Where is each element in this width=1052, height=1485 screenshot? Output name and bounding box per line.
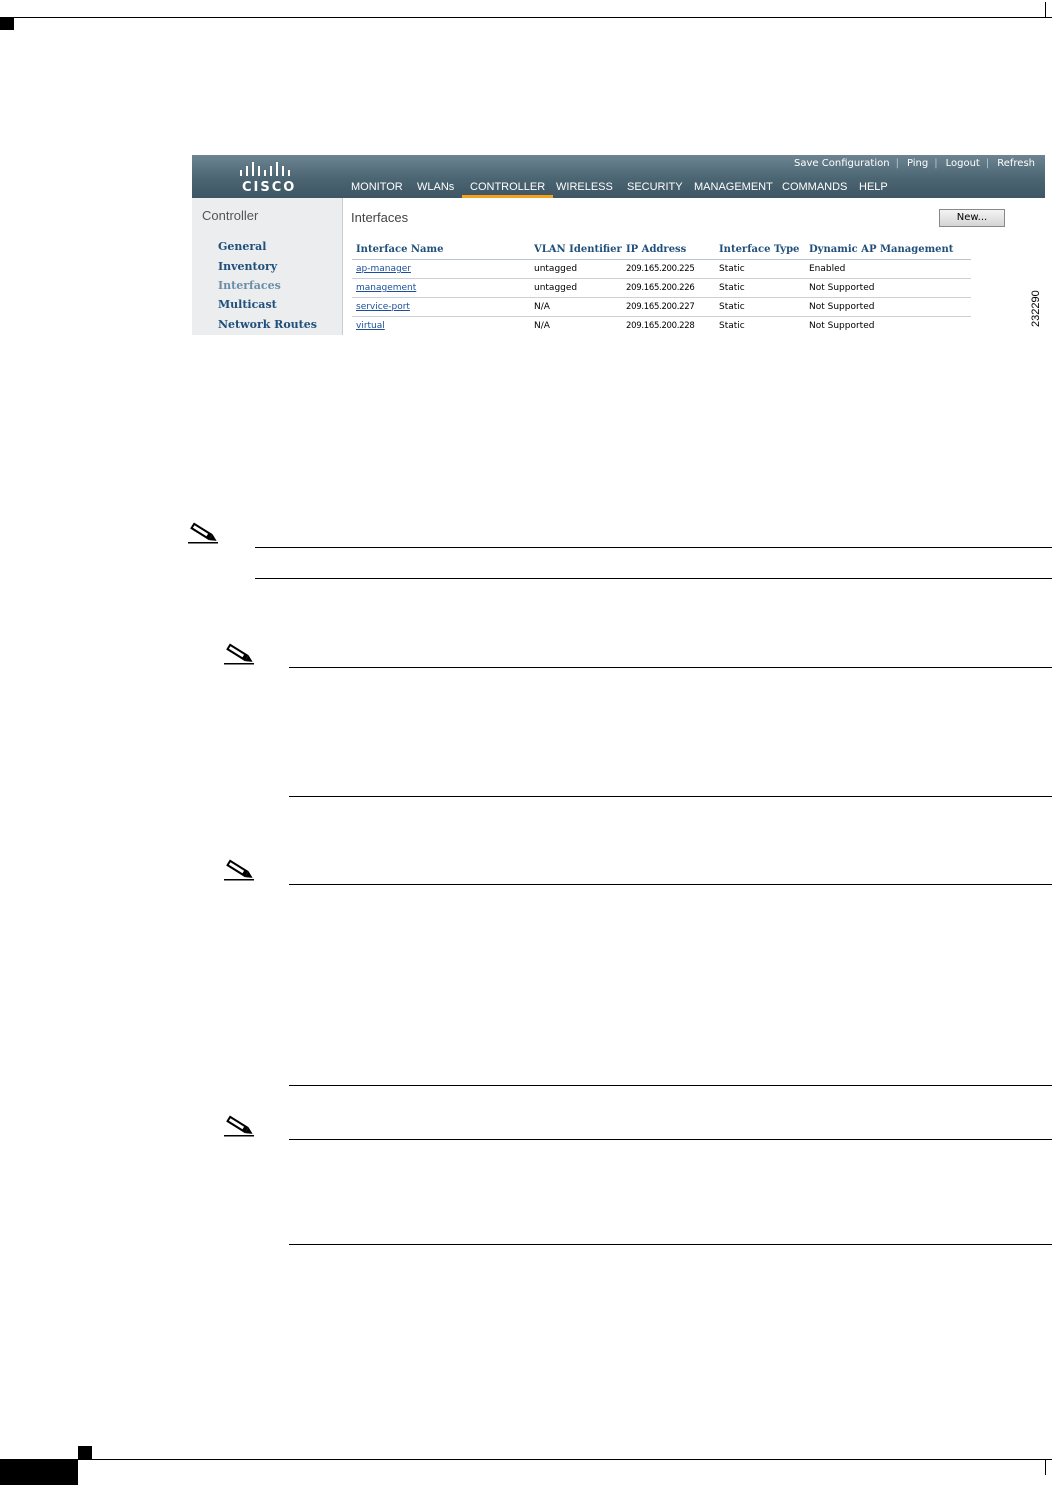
cisco-bars-icon <box>240 162 290 176</box>
nav-monitor[interactable]: MONITOR <box>351 180 403 198</box>
ip-cell: 209.165.200.226 <box>622 278 715 298</box>
table-row: virtual N/A 209.165.200.228 Static Not S… <box>352 316 971 335</box>
interfaces-table: Interface Name VLAN Identifier IP Addres… <box>352 242 971 335</box>
type-cell: Static <box>715 297 805 317</box>
cisco-logo: CISCO <box>236 160 306 196</box>
nav-security[interactable]: SECURITY <box>627 180 683 198</box>
pencil-note-icon <box>224 859 254 881</box>
footer-mark-small <box>78 1446 92 1459</box>
brand-text: CISCO <box>242 180 297 195</box>
interface-link-management[interactable]: management <box>356 283 416 293</box>
dynamic-ap-cell: Not Supported <box>805 316 971 335</box>
sidebar-item-multicast[interactable]: Multicast <box>218 298 277 311</box>
sidebar-item-general[interactable]: General <box>218 240 267 253</box>
sidebar-title: Controller <box>202 208 259 223</box>
nav-wireless[interactable]: WIRELESS <box>556 180 613 198</box>
column-header-interface-type: Interface Type <box>715 242 805 260</box>
nav-commands[interactable]: COMMANDS <box>782 180 847 198</box>
column-header-interface-name: Interface Name <box>352 242 530 260</box>
top-links: Save Configuration | Ping | Logout | Refresh <box>794 158 1035 169</box>
header-rule <box>0 17 1052 18</box>
vlan-cell: N/A <box>530 297 622 317</box>
interface-link-virtual[interactable]: virtual <box>356 321 385 331</box>
interface-link-ap-manager[interactable]: ap-manager <box>356 264 411 274</box>
ping-link[interactable]: Ping <box>907 158 928 169</box>
note-rule-bottom <box>289 796 1052 797</box>
footer-edge-tick <box>1045 1459 1046 1475</box>
dynamic-ap-cell: Enabled <box>805 259 971 279</box>
interface-link-service-port[interactable]: service-port <box>356 302 410 312</box>
nav-controller[interactable]: CONTROLLER <box>462 180 554 198</box>
table-row: service-port N/A 209.165.200.227 Static … <box>352 297 971 317</box>
sidebar-item-interfaces[interactable]: Interfaces <box>218 279 281 292</box>
vlan-cell: N/A <box>530 316 622 335</box>
header-corner-mark <box>0 17 14 30</box>
pencil-note-icon <box>188 522 218 544</box>
dynamic-ap-cell: Not Supported <box>805 297 971 317</box>
type-cell: Static <box>715 259 805 279</box>
dynamic-ap-cell: Not Supported <box>805 278 971 298</box>
ip-cell: 209.165.200.225 <box>622 259 715 279</box>
cisco-wlc-screenshot: CISCO Save Configuration | Ping | Logout | Ref… <box>192 155 1045 335</box>
refresh-link[interactable]: Refresh <box>997 158 1035 169</box>
column-header-vlan-identifier: VLAN Identifier <box>530 242 622 260</box>
sidebar: Controller General Inventory Interfaces … <box>192 198 343 335</box>
column-header-dynamic-ap-management: Dynamic AP Management <box>805 242 971 260</box>
note-rule-bottom <box>255 578 1052 579</box>
footer-page-tab <box>0 1459 78 1485</box>
figure-id: 232290 <box>1030 290 1042 327</box>
table-row: ap-manager untagged 209.165.200.225 Stat… <box>352 259 971 279</box>
type-cell: Static <box>715 278 805 298</box>
pencil-note-icon <box>224 1115 254 1137</box>
footer-rule <box>0 1459 1052 1460</box>
column-header-ip-address: IP Address <box>622 242 715 260</box>
table-row: management untagged 209.165.200.226 Stat… <box>352 278 971 298</box>
ip-cell: 209.165.200.227 <box>622 297 715 317</box>
nav-help[interactable]: HELP <box>859 180 888 198</box>
sidebar-item-inventory[interactable]: Inventory <box>218 260 277 273</box>
vlan-cell: untagged <box>530 278 622 298</box>
table-header-row: Interface Name VLAN Identifier IP Addres… <box>352 242 971 260</box>
nav-wlans[interactable]: WLANs <box>417 180 454 198</box>
new-interface-button[interactable]: New... <box>939 209 1005 227</box>
vlan-cell: untagged <box>530 259 622 279</box>
save-configuration-link[interactable]: Save Configuration <box>794 158 890 169</box>
logout-link[interactable]: Logout <box>946 158 980 169</box>
note-rule-bottom <box>289 1244 1052 1245</box>
note-rule-top <box>289 884 1052 885</box>
note-rule-top <box>289 1139 1052 1140</box>
note-rule-top <box>289 667 1052 668</box>
pencil-note-icon <box>224 643 254 665</box>
ip-cell: 209.165.200.228 <box>622 316 715 335</box>
page-title: Interfaces <box>351 210 409 225</box>
header-edge-tick <box>1045 2 1046 18</box>
sidebar-item-network-routes[interactable]: Network Routes <box>218 318 317 331</box>
nav-management[interactable]: MANAGEMENT <box>694 180 773 198</box>
note-rule-bottom <box>289 1085 1052 1086</box>
type-cell: Static <box>715 316 805 335</box>
note-rule-top <box>255 547 1052 548</box>
